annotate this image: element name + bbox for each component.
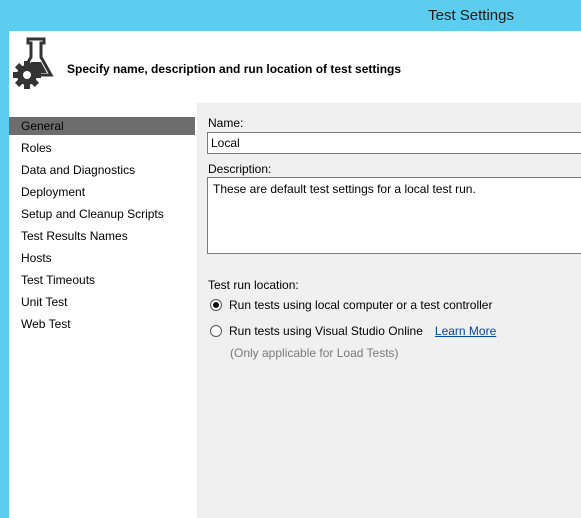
- run-online-label: Run tests using Visual Studio Online: [229, 324, 423, 338]
- header-description: Specify name, description and run locati…: [67, 62, 402, 76]
- learn-more-link[interactable]: Learn More: [435, 324, 496, 338]
- nav-item-hosts[interactable]: Hosts: [9, 249, 195, 267]
- settings-nav: General Roles Data and Diagnostics Deplo…: [9, 103, 197, 518]
- run-online-radio[interactable]: [210, 325, 222, 337]
- window-left-border: [0, 0, 9, 518]
- nav-item-deployment[interactable]: Deployment: [9, 183, 195, 201]
- nav-item-unit-test[interactable]: Unit Test: [9, 293, 195, 311]
- nav-item-web-test[interactable]: Web Test: [9, 315, 195, 333]
- run-local-label: Run tests using local computer or a test…: [229, 298, 493, 312]
- run-local-option[interactable]: Run tests using local computer or a test…: [210, 298, 492, 312]
- run-local-radio[interactable]: [210, 299, 222, 311]
- run-location-label: Test run location:: [208, 278, 299, 292]
- nav-item-general[interactable]: General: [9, 117, 195, 135]
- description-label: Description:: [208, 162, 272, 176]
- dialog-body: General Roles Data and Diagnostics Deplo…: [9, 103, 581, 518]
- nav-item-test-results-names[interactable]: Test Results Names: [9, 227, 195, 245]
- name-label: Name:: [208, 116, 244, 130]
- nav-item-data-and-diagnostics[interactable]: Data and Diagnostics: [9, 161, 195, 179]
- nav-item-test-timeouts[interactable]: Test Timeouts: [9, 271, 195, 289]
- title-bar[interactable]: Test Settings: [9, 0, 581, 31]
- load-tests-note: (Only applicable for Load Tests): [230, 346, 399, 360]
- window-title: Test Settings: [428, 7, 514, 24]
- dialog-header: Specify name, description and run locati…: [9, 31, 581, 103]
- nav-item-setup-cleanup-scripts[interactable]: Setup and Cleanup Scripts: [9, 205, 195, 223]
- nav-item-roles[interactable]: Roles: [9, 139, 195, 157]
- flask-gear-icon: [13, 37, 54, 89]
- description-field[interactable]: These are default test settings for a lo…: [207, 177, 581, 254]
- general-settings-panel: Name: Local Description: These are defau…: [197, 103, 581, 518]
- run-online-option[interactable]: Run tests using Visual Studio Online Lea…: [210, 324, 496, 338]
- name-field[interactable]: Local: [207, 132, 581, 154]
